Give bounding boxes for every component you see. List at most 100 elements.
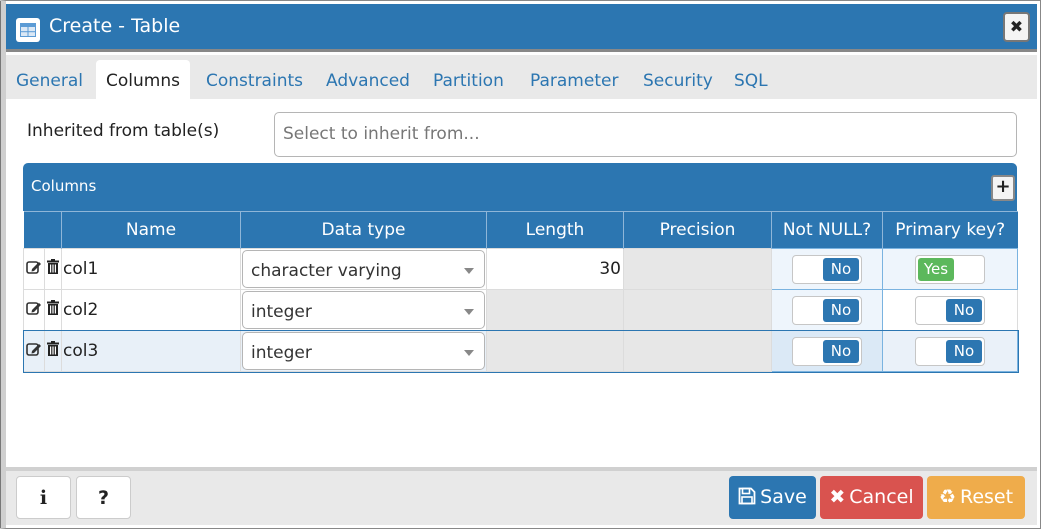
not-null-cell[interactable]: No	[771, 330, 883, 372]
precision-cell	[623, 289, 772, 331]
tab-columns[interactable]: Columns	[96, 60, 190, 99]
edit-cell[interactable]	[23, 248, 45, 290]
length-cell[interactable]: 30	[486, 248, 624, 290]
data-type-select[interactable]: character varying	[242, 250, 485, 288]
dialog-title: Create - Table	[49, 15, 181, 37]
columns-grid: Columns + Name Data type Length Precisio…	[22, 163, 1019, 373]
delete-cell[interactable]	[44, 330, 62, 372]
close-button[interactable]: ✖	[1003, 12, 1030, 42]
create-table-dialog: Create - Table ✖ General Columns Constra…	[0, 0, 1041, 529]
delete-cell[interactable]	[44, 289, 62, 331]
table-row[interactable]: col3 integer No No	[22, 329, 1019, 373]
column-name: col1	[63, 259, 99, 279]
tab-parameter[interactable]: Parameter	[520, 60, 628, 99]
grid-header: Columns +	[23, 163, 1017, 211]
info-button[interactable]: i	[16, 476, 71, 519]
reset-button[interactable]: ♻ Reset	[927, 476, 1025, 519]
precision-cell	[623, 330, 772, 372]
primary-key-cell[interactable]: No	[882, 330, 1018, 372]
primary-key-cell[interactable]: No	[882, 289, 1018, 331]
header-not-null: Not NULL?	[771, 211, 883, 249]
close-icon: ✖	[829, 486, 846, 508]
dialog-footer: i ? Save ✖ Cancel ♻ Reset	[6, 467, 1037, 525]
trash-icon[interactable]	[47, 341, 59, 356]
edit-icon[interactable]	[26, 301, 42, 315]
inherit-label: Inherited from table(s)	[27, 121, 220, 141]
delete-cell[interactable]	[44, 248, 62, 290]
tab-partition[interactable]: Partition	[423, 60, 514, 99]
info-icon: i	[39, 487, 48, 509]
header-length: Length	[486, 211, 624, 249]
primary-key-toggle[interactable]: Yes	[915, 254, 985, 284]
inherit-select[interactable]: Select to inherit from...	[274, 112, 1017, 157]
save-button[interactable]: Save	[729, 476, 816, 519]
header-name: Name	[61, 211, 241, 249]
data-type-value: integer	[251, 343, 312, 363]
header-row: Name Data type Length Precision Not NULL…	[23, 211, 1018, 249]
help-icon: ?	[97, 487, 110, 509]
toggle-label: No	[946, 339, 982, 363]
toggle-label: Yes	[918, 257, 954, 281]
tab-constraints[interactable]: Constraints	[196, 60, 313, 99]
column-name: col3	[63, 341, 99, 361]
primary-key-cell[interactable]: Yes	[882, 248, 1018, 290]
tab-general[interactable]: General	[6, 60, 93, 99]
not-null-toggle[interactable]: No	[792, 336, 862, 366]
data-type-select[interactable]: integer	[242, 332, 485, 370]
header-precision: Precision	[623, 211, 772, 249]
length-cell	[486, 330, 624, 372]
caret-down-icon	[464, 268, 474, 274]
data-type-value: integer	[251, 302, 312, 322]
edit-icon[interactable]	[26, 342, 42, 356]
edit-cell[interactable]	[23, 289, 45, 331]
toggle-label: No	[823, 339, 859, 363]
precision-cell	[623, 248, 772, 290]
grid-title: Columns	[31, 177, 97, 195]
edit-cell[interactable]	[23, 330, 45, 372]
tab-bar: General Columns Constraints Advanced Par…	[6, 55, 1037, 99]
table-row[interactable]: col2 integer No No	[23, 289, 1018, 331]
length-value: 30	[599, 259, 621, 279]
not-null-toggle[interactable]: No	[792, 254, 862, 284]
cancel-button[interactable]: ✖ Cancel	[820, 476, 923, 519]
dialog-titlebar[interactable]: Create - Table ✖	[6, 4, 1037, 52]
columns-table: Name Data type Length Precision Not NULL…	[22, 211, 1019, 373]
cancel-label: Cancel	[849, 486, 914, 508]
toggle-label: No	[823, 298, 859, 322]
toggle-label: No	[823, 257, 859, 281]
tab-content: Inherited from table(s) Select to inheri…	[6, 99, 1037, 464]
header-data-type: Data type	[240, 211, 487, 249]
primary-key-toggle[interactable]: No	[915, 336, 985, 366]
reset-label: Reset	[959, 486, 1014, 508]
table-row[interactable]: col1 character varying 30 No Yes	[23, 248, 1018, 290]
data-type-select[interactable]: integer	[242, 291, 485, 329]
recycle-icon: ♻	[938, 486, 956, 508]
tab-security[interactable]: Security	[633, 60, 723, 99]
header-primary-key: Primary key?	[882, 211, 1018, 249]
caret-down-icon	[464, 309, 474, 315]
tab-sql[interactable]: SQL	[724, 60, 778, 99]
data-type-cell[interactable]: integer	[240, 330, 487, 372]
table-icon	[16, 18, 40, 42]
floppy-disk-icon	[738, 486, 756, 508]
add-column-button[interactable]: +	[991, 175, 1015, 201]
help-button[interactable]: ?	[76, 476, 131, 519]
name-cell[interactable]: col3	[61, 330, 241, 372]
edit-icon[interactable]	[26, 260, 42, 274]
header-delete	[44, 211, 62, 249]
name-cell[interactable]: col1	[61, 248, 241, 290]
data-type-cell[interactable]: character varying	[240, 248, 487, 290]
save-label: Save	[760, 486, 807, 508]
column-name: col2	[63, 300, 99, 320]
data-type-value: character varying	[251, 261, 402, 281]
tab-advanced[interactable]: Advanced	[316, 60, 420, 99]
name-cell[interactable]: col2	[61, 289, 241, 331]
trash-icon[interactable]	[47, 259, 59, 274]
primary-key-toggle[interactable]: No	[915, 295, 985, 325]
not-null-toggle[interactable]: No	[792, 295, 862, 325]
not-null-cell[interactable]: No	[771, 289, 883, 331]
trash-icon[interactable]	[47, 300, 59, 315]
not-null-cell[interactable]: No	[771, 248, 883, 290]
header-edit	[23, 211, 45, 249]
data-type-cell[interactable]: integer	[240, 289, 487, 331]
